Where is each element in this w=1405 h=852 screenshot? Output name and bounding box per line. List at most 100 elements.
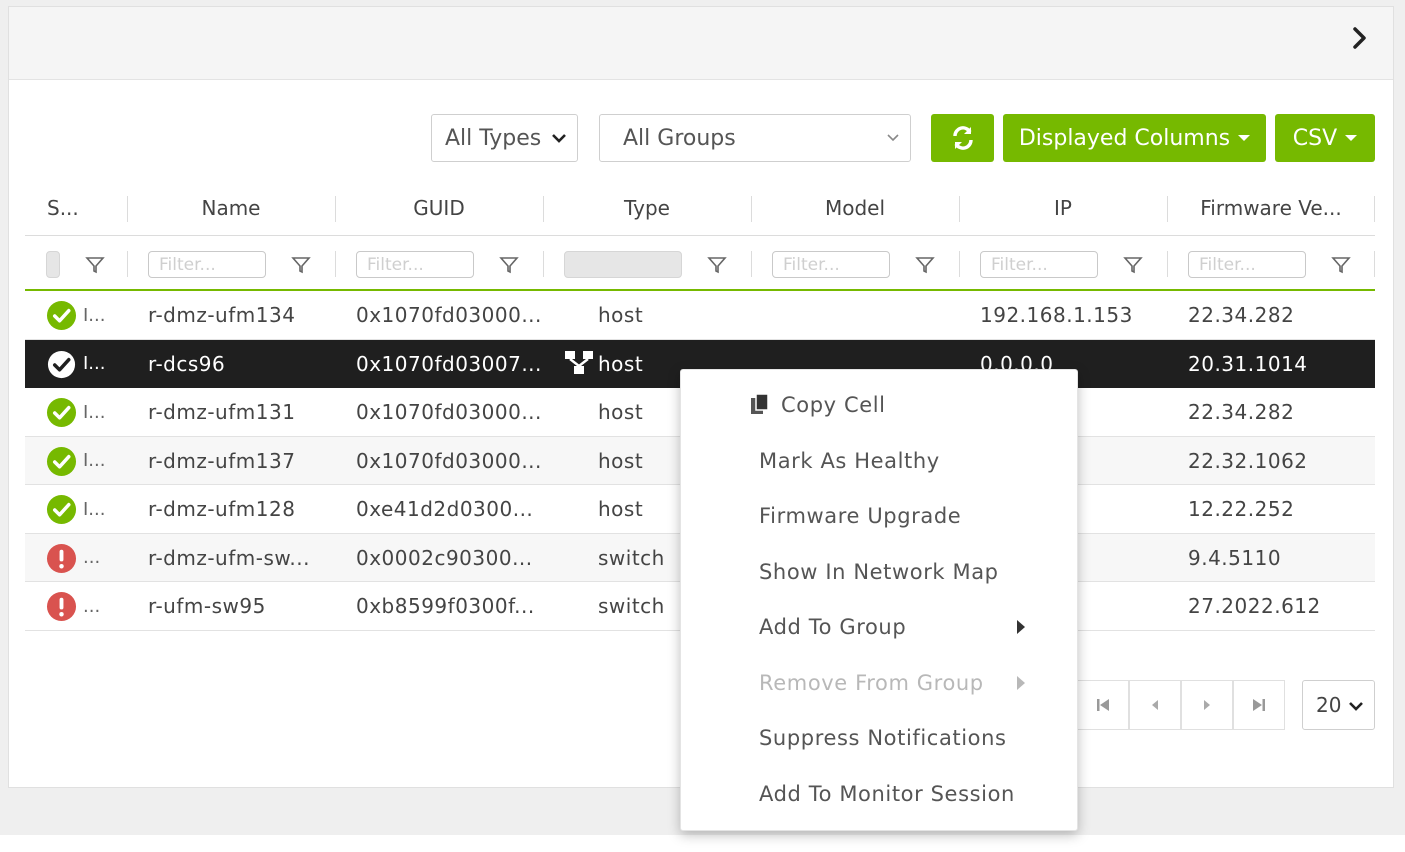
cell-name[interactable]: r-dmz-ufm134 (148, 291, 295, 339)
cell-name[interactable]: r-ufm-sw95 (148, 582, 266, 630)
cell-guid[interactable]: 0x1070fd03000... (356, 291, 542, 339)
column-header-firmware[interactable]: Firmware Ve... (1167, 180, 1375, 236)
panel-header (9, 7, 1393, 80)
status-text: I... (83, 498, 106, 520)
type-filter-select[interactable] (564, 251, 682, 278)
cell-type[interactable]: switch (598, 534, 665, 582)
filter-icon[interactable] (707, 255, 727, 275)
submenu-arrow-icon (1017, 675, 1025, 690)
column-separator (959, 251, 960, 277)
cell-type[interactable]: host (598, 485, 643, 533)
status-text: I... (83, 450, 106, 471)
cell-type[interactable]: host (598, 291, 643, 339)
csv-label: CSV (1292, 125, 1338, 151)
cell-fw[interactable]: 27.2022.612 (1188, 582, 1321, 630)
context-menu-item-mark-as-healthy[interactable]: Mark As Healthy (759, 441, 940, 481)
column-header-ip[interactable]: IP (959, 180, 1167, 236)
cell-guid[interactable]: 0x1070fd03007... (356, 340, 542, 388)
healthy-status-icon (46, 446, 77, 476)
healthy-status-icon (46, 300, 77, 331)
firmware-filter-input[interactable]: Filter... (1188, 251, 1306, 278)
context-menu: Copy Cell Mark As Healthy Firmware Upgrade… (680, 369, 1078, 831)
column-separator[interactable] (1374, 196, 1375, 222)
groups-select-value: All Groups (623, 125, 736, 151)
cell-guid[interactable]: 0x1070fd03000... (356, 437, 542, 485)
context-menu-item-copy-cell[interactable]: Copy Cell (781, 385, 886, 425)
topology-icon[interactable] (564, 350, 594, 376)
guid-filter-input[interactable]: Filter... (356, 251, 474, 278)
cell-type[interactable]: host (598, 388, 643, 436)
cell-guid[interactable]: 0x0002c90300... (356, 534, 533, 582)
table-header-row: S... Name GUID Type Model IP Firmware Ve… (25, 180, 1375, 236)
types-select-value: All Types (445, 125, 542, 151)
column-separator (543, 251, 544, 277)
filter-icon[interactable] (291, 255, 311, 275)
status-filter-input[interactable] (46, 251, 60, 278)
chevron-right-icon (1353, 27, 1366, 49)
cell-name[interactable]: r-dcs96 (148, 340, 225, 388)
column-header-guid[interactable]: GUID (335, 180, 543, 236)
name-filter-input[interactable]: Filter... (148, 251, 266, 278)
chevron-down-icon (552, 134, 566, 143)
cell-fw[interactable]: 20.31.1014 (1188, 340, 1308, 388)
caret-down-icon (1345, 135, 1358, 141)
cell-fw[interactable]: 22.34.282 (1188, 291, 1294, 339)
cell-type[interactable]: host (598, 340, 643, 388)
first-page-button[interactable] (1077, 680, 1129, 730)
context-menu-item-add-to-group[interactable]: Add To Group (759, 607, 906, 647)
status-text: ... (83, 595, 101, 617)
cell-ip[interactable]: 192.168.1.153 (980, 291, 1133, 339)
ip-filter-input[interactable]: Filter... (980, 251, 1098, 278)
error-status-icon (46, 591, 77, 622)
column-separator (127, 251, 128, 277)
filter-icon[interactable] (915, 255, 935, 275)
context-menu-item-show-in-network-map[interactable]: Show In Network Map (759, 552, 999, 592)
cell-fw[interactable]: 22.34.282 (1188, 388, 1294, 436)
cell-type[interactable]: host (598, 437, 643, 485)
groups-select[interactable]: All Groups (599, 114, 911, 162)
previous-page-button[interactable] (1129, 680, 1181, 730)
page-size-value: 20 (1316, 693, 1342, 717)
filter-icon[interactable] (85, 255, 105, 275)
cell-name[interactable]: r-dmz-ufm-sw... (148, 534, 310, 582)
filter-row: Filter... Filter... Filter... Filter... … (25, 237, 1375, 291)
last-page-button[interactable] (1233, 680, 1285, 730)
cell-type[interactable]: switch (598, 582, 665, 630)
table-row[interactable]: I... r-dmz-ufm134 0x1070fd03000... host 192.… (25, 291, 1375, 340)
expand-panel-button[interactable] (1345, 23, 1375, 53)
filter-icon[interactable] (1123, 255, 1143, 275)
column-header-model[interactable]: Model (751, 180, 959, 236)
submenu-arrow-icon (1017, 620, 1025, 634)
caret-down-icon (1238, 135, 1251, 141)
cell-name[interactable]: r-dmz-ufm128 (148, 485, 295, 533)
cell-guid[interactable]: 0x1070fd03000... (356, 388, 542, 436)
cell-fw[interactable]: 22.32.1062 (1188, 437, 1308, 485)
model-filter-input[interactable]: Filter... (772, 251, 890, 278)
previous-page-icon (1152, 700, 1158, 710)
next-page-button[interactable] (1181, 680, 1233, 730)
cell-name[interactable]: r-dmz-ufm137 (148, 437, 295, 485)
column-header-name[interactable]: Name (127, 180, 335, 236)
column-header-type[interactable]: Type (543, 180, 751, 236)
cell-name[interactable]: r-dmz-ufm131 (148, 388, 295, 436)
cell-guid[interactable]: 0xe41d2d0300... (356, 485, 533, 533)
last-page-icon (1253, 699, 1265, 711)
column-separator (335, 251, 336, 277)
cell-fw[interactable]: 9.4.5110 (1188, 534, 1281, 582)
refresh-icon (952, 126, 973, 150)
cell-fw[interactable]: 12.22.252 (1188, 485, 1294, 533)
column-separator (1167, 251, 1168, 277)
displayed-columns-button[interactable]: Displayed Columns (1003, 114, 1266, 162)
context-menu-item-suppress-notifications[interactable]: Suppress Notifications (759, 718, 1007, 758)
filter-icon[interactable] (499, 255, 519, 275)
refresh-button[interactable] (931, 114, 994, 162)
error-status-icon (46, 543, 77, 573)
context-menu-item-firmware-upgrade[interactable]: Firmware Upgrade (759, 496, 961, 536)
column-header-status[interactable]: S... (47, 180, 79, 236)
cell-guid[interactable]: 0xb8599f0300f... (356, 582, 535, 630)
types-select[interactable]: All Types (431, 114, 578, 162)
filter-icon[interactable] (1331, 255, 1351, 275)
context-menu-item-add-to-monitor-session[interactable]: Add To Monitor Session (759, 774, 1015, 814)
csv-button[interactable]: CSV (1275, 114, 1375, 162)
page-size-select[interactable]: 20 (1302, 680, 1375, 730)
